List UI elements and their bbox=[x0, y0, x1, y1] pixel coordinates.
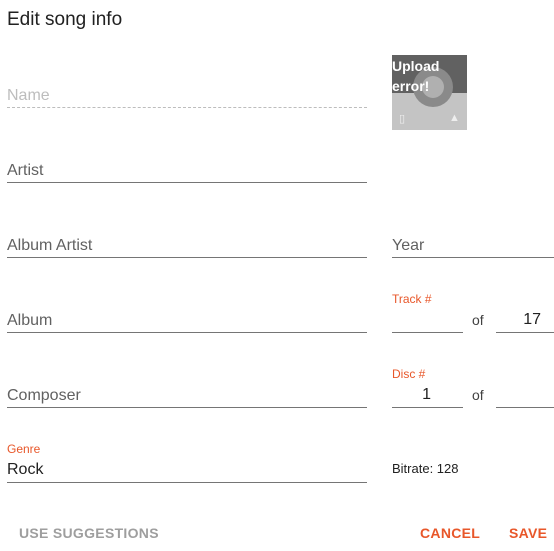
name-placeholder: Name bbox=[7, 87, 50, 104]
bitrate-text: Bitrate: 128 bbox=[392, 461, 459, 476]
album-underline bbox=[7, 332, 367, 333]
track-total-underline bbox=[496, 332, 554, 333]
track-underline bbox=[392, 332, 463, 333]
genre-value: Rock bbox=[7, 461, 44, 478]
upload-icon[interactable]: ▲ bbox=[449, 112, 460, 124]
track-of-label: of bbox=[472, 312, 484, 328]
disc-label: Disc # bbox=[392, 367, 426, 381]
track-label: Track # bbox=[392, 292, 432, 306]
genre-underline bbox=[7, 482, 367, 483]
disc-total-underline bbox=[496, 407, 554, 408]
track-total-value: 17 bbox=[523, 311, 541, 328]
upload-error-text: Upload error! bbox=[392, 58, 440, 94]
artist-underline bbox=[7, 182, 367, 183]
composer-label: Composer bbox=[7, 387, 81, 404]
delete-icon[interactable]: ▯ bbox=[399, 112, 405, 125]
dialog-title: Edit song info bbox=[7, 9, 123, 30]
album-artist-underline bbox=[7, 257, 367, 258]
name-underline bbox=[7, 107, 367, 108]
album-label: Album bbox=[7, 312, 53, 329]
year-label: Year bbox=[392, 237, 425, 254]
save-button[interactable]: SAVE bbox=[509, 525, 547, 541]
year-underline bbox=[392, 257, 554, 258]
use-suggestions-button[interactable]: USE SUGGESTIONS bbox=[19, 525, 159, 541]
disc-of-label: of bbox=[472, 387, 484, 403]
genre-label: Genre bbox=[7, 442, 41, 456]
composer-underline bbox=[7, 407, 367, 408]
album-art[interactable]: Upload error! ▯ ▲ bbox=[392, 55, 467, 130]
album-artist-label: Album Artist bbox=[7, 237, 93, 254]
artist-label: Artist bbox=[7, 162, 44, 179]
cancel-button[interactable]: CANCEL bbox=[420, 525, 480, 541]
disc-value: 1 bbox=[422, 386, 431, 403]
disc-underline bbox=[392, 407, 463, 408]
